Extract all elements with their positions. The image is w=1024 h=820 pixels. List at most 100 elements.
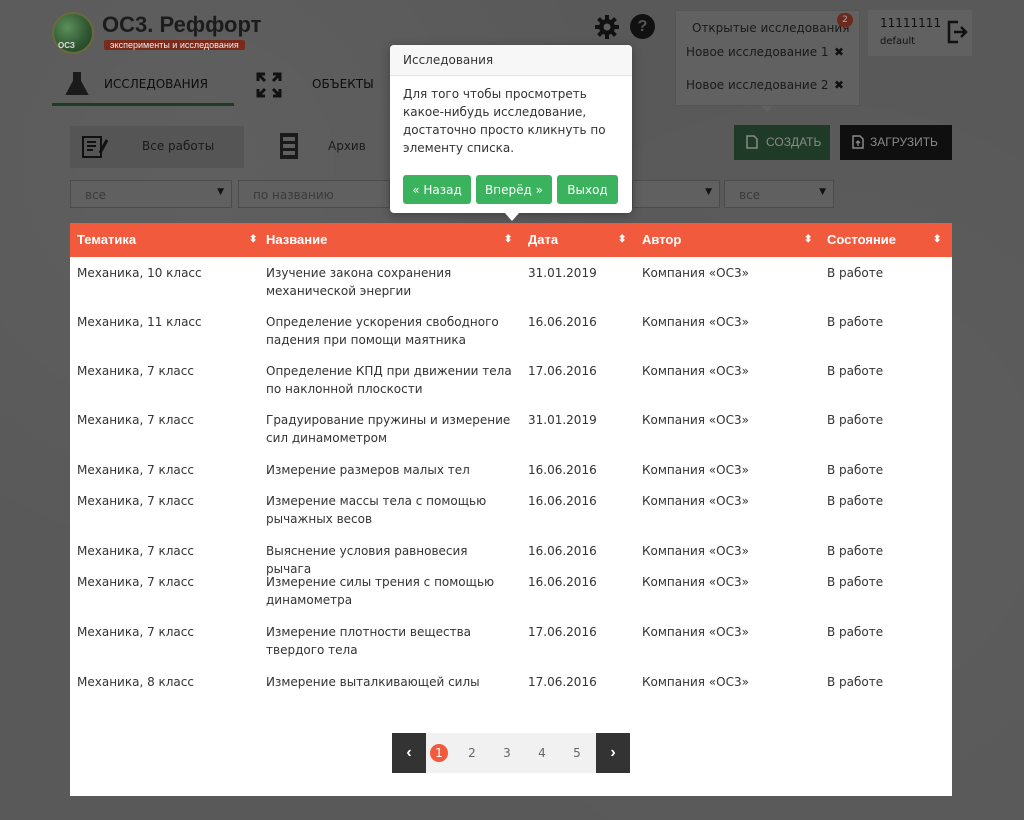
logo-subtitle: эксперименты и исследования <box>104 40 245 50</box>
cell-state: В работе <box>827 675 884 689</box>
column-header-label: Состояние <box>827 232 897 247</box>
state-filter-select[interactable]: все ▼ <box>724 180 834 208</box>
sort-icon: ⬍ <box>504 234 513 245</box>
tab-research[interactable]: ИССЛЕДОВАНИЯ <box>52 68 234 106</box>
tab-objects[interactable]: ОБЪЕКТЫ <box>250 68 380 106</box>
expand-icon <box>256 72 282 98</box>
flask-icon <box>64 71 90 97</box>
open-research-title: Открытые исследования <box>692 21 850 35</box>
cell-topic: Механика, 11 класс <box>77 315 202 329</box>
column-header-topic[interactable]: Тематика ⬍ <box>77 223 257 257</box>
popover-header: Исследования <box>390 45 632 76</box>
cell-topic: Механика, 7 класс <box>77 413 194 427</box>
popover-arrow <box>504 212 520 221</box>
caret-down-icon: ▼ <box>217 187 224 197</box>
cell-topic: Механика, 7 класс <box>77 544 194 558</box>
popover-text: Для того чтобы просмотреть какое-нибудь … <box>403 87 606 155</box>
cell-name: Измерение плотности вещества твердого те… <box>266 625 472 657</box>
page-number[interactable]: 4 <box>533 744 551 762</box>
tour-back-button[interactable]: « Назад <box>403 175 471 204</box>
cell-state: В работе <box>827 266 884 280</box>
cell-name: Изучение закона сохранения механической … <box>266 266 452 298</box>
tour-next-button[interactable]: Вперёд » <box>476 175 552 204</box>
state-filter-value: все <box>739 188 761 202</box>
globe-icon: ОСЗ <box>52 12 94 54</box>
cell-author: Компания «ОС3» <box>642 575 749 589</box>
open-research-panel: Открытые исследования 2 Новое исследован… <box>675 10 860 106</box>
open-research-item[interactable]: Новое исследование 2 ✖ <box>686 78 844 92</box>
cell-topic: Механика, 8 класс <box>77 675 194 689</box>
cell-date: 17.06.2016 <box>528 625 597 639</box>
all-works-label: Все работы <box>142 139 215 153</box>
caret-down-icon: ▼ <box>705 187 712 197</box>
close-icon[interactable]: ✖ <box>834 45 844 59</box>
next-page-button[interactable]: › <box>596 733 630 773</box>
help-icon[interactable]: ? <box>630 14 655 39</box>
tour-exit-button[interactable]: Выход <box>557 175 618 204</box>
prev-page-button[interactable]: ‹ <box>392 733 426 773</box>
cell-author: Компания «ОС3» <box>642 364 749 378</box>
open-research-item-label: Новое исследование 1 <box>686 45 829 59</box>
sort-icon: ⬍ <box>618 234 627 245</box>
page-number[interactable]: 2 <box>463 744 481 762</box>
cell-name: Измерение массы тела с помощью рычажных … <box>266 494 487 526</box>
cell-date: 16.06.2016 <box>528 575 597 589</box>
cell-date: 17.06.2016 <box>528 675 597 689</box>
cell-author: Компания «ОС3» <box>642 675 749 689</box>
cell-date: 16.06.2016 <box>528 463 597 477</box>
page-number[interactable]: 3 <box>498 744 516 762</box>
cell-state: В работе <box>827 364 884 378</box>
cell-topic: Механика, 7 класс <box>77 494 194 508</box>
cell-state: В работе <box>827 575 884 589</box>
gear-icon[interactable] <box>594 14 620 40</box>
tab-research-label: ИССЛЕДОВАНИЯ <box>104 77 208 91</box>
cell-author: Компания «ОС3» <box>642 494 749 508</box>
cell-topic: Механика, 7 класс <box>77 463 194 477</box>
user-role: default <box>880 36 916 47</box>
caret-down-icon: ▼ <box>819 187 826 197</box>
open-research-item[interactable]: Новое исследование 1 ✖ <box>686 45 844 59</box>
logo-title: ОС3. Реффорт <box>102 12 262 37</box>
pagination: ‹ 1 2 3 4 5 › <box>392 733 630 773</box>
column-header-state[interactable]: Состояние ⬍ <box>827 223 947 257</box>
logout-icon[interactable] <box>946 20 968 44</box>
notebook-icon <box>82 135 109 159</box>
cell-date: 16.06.2016 <box>528 315 597 329</box>
cell-date: 17.06.2016 <box>528 364 597 378</box>
open-research-item-label: Новое исследование 2 <box>686 78 829 92</box>
topic-filter-value: все <box>85 188 107 202</box>
close-icon[interactable]: ✖ <box>834 78 844 92</box>
column-header-date[interactable]: Дата ⬍ <box>528 223 628 257</box>
archive-button[interactable]: Архив <box>262 126 382 168</box>
column-header-label: Автор <box>642 232 682 247</box>
create-button[interactable]: СОЗДАТЬ <box>734 125 830 160</box>
upload-button[interactable]: ЗАГРУЗИТЬ <box>840 125 952 160</box>
cell-state: В работе <box>827 463 884 477</box>
all-works-button[interactable]: Все работы <box>70 126 244 168</box>
cell-author: Компания «ОС3» <box>642 266 749 280</box>
logo[interactable]: ОСЗ ОС3. Реффорт эксперименты и исследов… <box>52 12 261 56</box>
cell-topic: Механика, 7 класс <box>77 364 194 378</box>
archive-label: Архив <box>328 139 366 153</box>
cell-name: Градуирование пружины и измерение сил ди… <box>266 413 511 445</box>
cell-date: 31.01.2019 <box>528 266 597 280</box>
column-header-label: Дата <box>528 232 559 247</box>
name-filter-input[interactable]: по названию <box>238 180 390 208</box>
cell-date: 16.06.2016 <box>528 544 597 558</box>
topic-filter-select[interactable]: все ▼ <box>70 180 232 208</box>
author-filter-select[interactable]: ▼ <box>632 180 720 208</box>
column-header-name[interactable]: Название ⬍ <box>266 223 516 257</box>
cell-name: Измерение размеров малых тел <box>266 463 470 477</box>
cell-state: В работе <box>827 315 884 329</box>
page-number[interactable]: 5 <box>568 744 586 762</box>
sort-icon: ⬍ <box>249 234 258 245</box>
page-numbers: 1 2 3 4 5 <box>426 733 596 773</box>
sort-icon: ⬍ <box>804 234 813 245</box>
cell-state: В работе <box>827 625 884 639</box>
cell-author: Компания «ОС3» <box>642 315 749 329</box>
page-number-current[interactable]: 1 <box>430 744 448 762</box>
cell-state: В работе <box>827 413 884 427</box>
upload-label: ЗАГРУЗИТЬ <box>870 135 938 149</box>
logo-tag: ОСЗ <box>58 41 75 50</box>
column-header-author[interactable]: Автор ⬍ <box>642 223 812 257</box>
